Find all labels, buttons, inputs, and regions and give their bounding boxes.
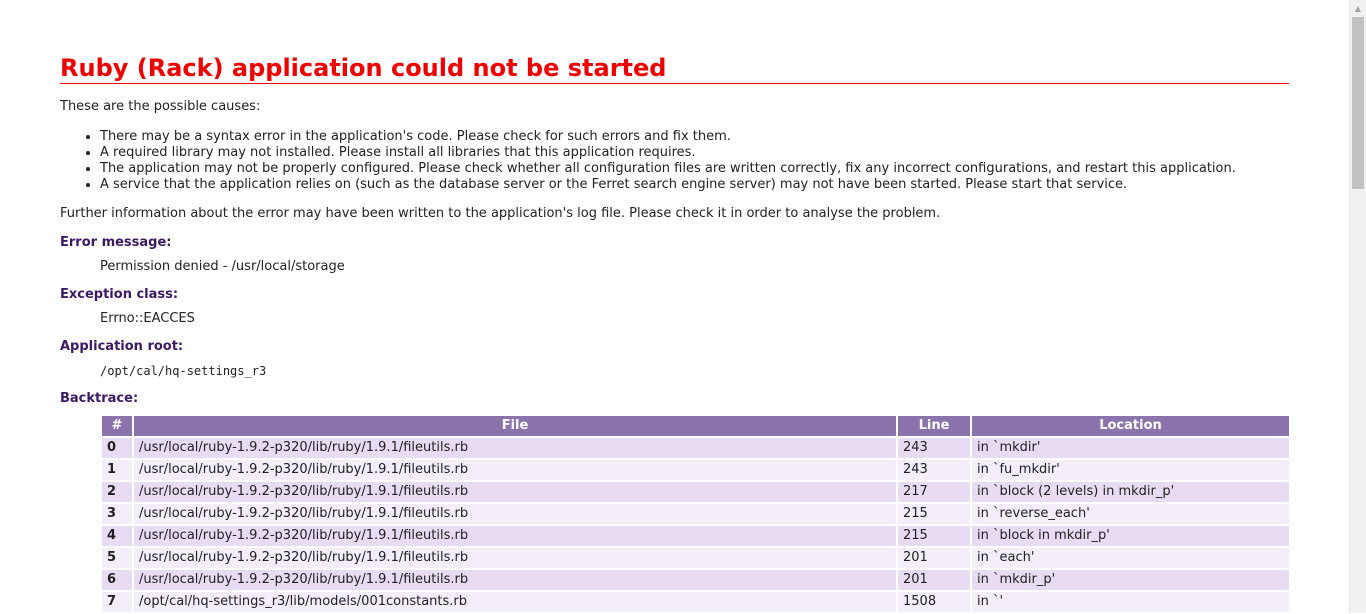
frame-num: 1 xyxy=(102,460,132,480)
table-row: 4 /usr/local/ruby-1.9.2-p320/lib/ruby/1.… xyxy=(102,526,1289,546)
frame-location: in `mkdir' xyxy=(972,438,1289,458)
frame-line: 243 xyxy=(898,438,970,458)
column-header-file: File xyxy=(134,416,896,436)
frame-line: 215 xyxy=(898,526,970,546)
frame-num: 7 xyxy=(102,592,132,612)
application-root-label: Application root: xyxy=(60,339,184,354)
table-row: 6 /usr/local/ruby-1.9.2-p320/lib/ruby/1.… xyxy=(102,570,1289,590)
error-message: Permission denied - /usr/local/storage xyxy=(100,259,345,274)
frame-num: 6 xyxy=(102,570,132,590)
table-row: 1 /usr/local/ruby-1.9.2-p320/lib/ruby/1.… xyxy=(102,460,1289,480)
table-row: 0 /usr/local/ruby-1.9.2-p320/lib/ruby/1.… xyxy=(102,438,1289,458)
exception-class: Errno::EACCES xyxy=(100,311,195,326)
frame-line: 1508 xyxy=(898,592,970,612)
frame-line: 215 xyxy=(898,504,970,524)
frame-num: 5 xyxy=(102,548,132,568)
error-message-label: Error message: xyxy=(60,235,172,250)
frame-location: in `reverse_each' xyxy=(972,504,1289,524)
cause-item: A service that the application relies on… xyxy=(100,177,1236,193)
frame-line: 217 xyxy=(898,482,970,502)
frame-file: /usr/local/ruby-1.9.2-p320/lib/ruby/1.9.… xyxy=(134,504,896,524)
causes-list: There may be a syntax error in the appli… xyxy=(60,129,1236,193)
frame-location: in `each' xyxy=(972,548,1289,568)
cause-item: There may be a syntax error in the appli… xyxy=(100,129,1236,145)
frame-num: 0 xyxy=(102,438,132,458)
column-header-line: Line xyxy=(898,416,970,436)
table-row: 2 /usr/local/ruby-1.9.2-p320/lib/ruby/1.… xyxy=(102,482,1289,502)
frame-location: in `fu_mkdir' xyxy=(972,460,1289,480)
backtrace-header-row: # File Line Location xyxy=(102,416,1289,436)
frame-location: in `mkdir_p' xyxy=(972,570,1289,590)
frame-location: in `block (2 levels) in mkdir_p' xyxy=(972,482,1289,502)
frame-line: 243 xyxy=(898,460,970,480)
chevron-up-icon[interactable]: ▲ xyxy=(1350,0,1366,17)
table-row: 5 /usr/local/ruby-1.9.2-p320/lib/ruby/1.… xyxy=(102,548,1289,568)
further-info: Further information about the error may … xyxy=(60,206,941,221)
cause-item: The application may not be properly conf… xyxy=(100,161,1236,177)
frame-file: /usr/local/ruby-1.9.2-p320/lib/ruby/1.9.… xyxy=(134,548,896,568)
frame-location: in `' xyxy=(972,592,1289,612)
frame-num: 4 xyxy=(102,526,132,546)
frame-file: /usr/local/ruby-1.9.2-p320/lib/ruby/1.9.… xyxy=(134,570,896,590)
backtrace-table: # File Line Location 0 /usr/local/ruby-1… xyxy=(100,414,1291,614)
exception-class-label: Exception class: xyxy=(60,287,179,302)
frame-file: /usr/local/ruby-1.9.2-p320/lib/ruby/1.9.… xyxy=(134,460,896,480)
vertical-scrollbar[interactable]: ▲ xyxy=(1349,0,1366,613)
cause-item: A required library may not installed. Pl… xyxy=(100,145,1236,161)
frame-num: 3 xyxy=(102,504,132,524)
backtrace-label: Backtrace: xyxy=(60,391,139,406)
application-root: /opt/cal/hq-settings_r3 xyxy=(100,364,267,378)
frame-location: in `block in mkdir_p' xyxy=(972,526,1289,546)
page-title: Ruby (Rack) application could not be sta… xyxy=(60,55,1289,84)
column-header-num: # xyxy=(102,416,132,436)
column-header-location: Location xyxy=(972,416,1289,436)
frame-file: /opt/cal/hq-settings_r3/lib/models/001co… xyxy=(134,592,896,612)
frame-num: 2 xyxy=(102,482,132,502)
causes-intro: These are the possible causes: xyxy=(60,99,261,114)
table-row: 7 /opt/cal/hq-settings_r3/lib/models/001… xyxy=(102,592,1289,612)
table-row: 3 /usr/local/ruby-1.9.2-p320/lib/ruby/1.… xyxy=(102,504,1289,524)
frame-file: /usr/local/ruby-1.9.2-p320/lib/ruby/1.9.… xyxy=(134,438,896,458)
frame-file: /usr/local/ruby-1.9.2-p320/lib/ruby/1.9.… xyxy=(134,482,896,502)
frame-line: 201 xyxy=(898,548,970,568)
scrollbar-thumb[interactable] xyxy=(1352,17,1364,189)
frame-line: 201 xyxy=(898,570,970,590)
frame-file: /usr/local/ruby-1.9.2-p320/lib/ruby/1.9.… xyxy=(134,526,896,546)
